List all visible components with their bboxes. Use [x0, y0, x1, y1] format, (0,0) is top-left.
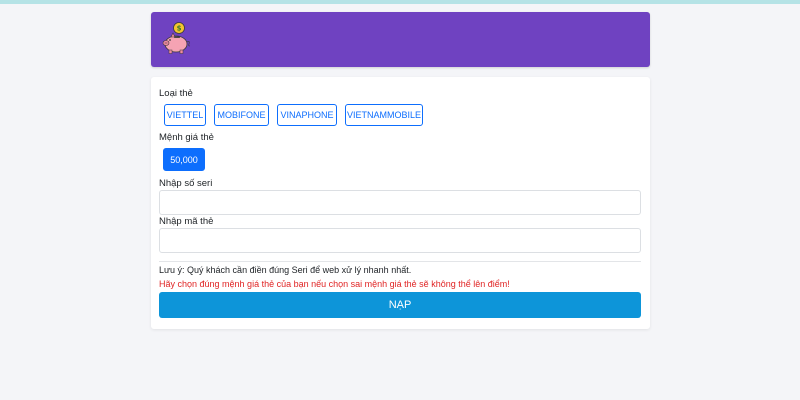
carrier-vietnammobile-button[interactable]: VIETNAMMOBILE [345, 104, 423, 126]
topup-form-card: Loại thẻ VIETTEL MOBIFONE VINAPHONE VIET… [151, 77, 650, 329]
amount-50000-button[interactable]: 50,000 [163, 148, 205, 171]
note-text: Lưu ý: Quý khách cần điền đúng Seri để w… [159, 265, 412, 275]
submit-button[interactable]: NẠP [159, 292, 641, 318]
carrier-viettel-button[interactable]: VIETTEL [164, 104, 206, 126]
serial-input[interactable] [159, 190, 641, 215]
carrier-mobifone-button[interactable]: MOBIFONE [214, 104, 269, 126]
serial-label: Nhập số seri [159, 178, 213, 189]
header-banner: $ [151, 12, 650, 67]
carrier-vinaphone-button[interactable]: VINAPHONE [277, 104, 337, 126]
top-accent-strip [0, 0, 800, 4]
divider [159, 261, 641, 262]
card-type-label: Loại thẻ [159, 88, 193, 99]
card-code-label: Nhập mã thẻ [159, 216, 214, 227]
warning-text: Hãy chọn đúng mệnh giá thẻ của bạn nếu c… [159, 279, 510, 289]
piggy-bank-icon: $ [162, 22, 191, 54]
svg-text:$: $ [177, 25, 182, 33]
amount-label: Mệnh giá thẻ [159, 132, 214, 143]
card-code-input[interactable] [159, 228, 641, 253]
